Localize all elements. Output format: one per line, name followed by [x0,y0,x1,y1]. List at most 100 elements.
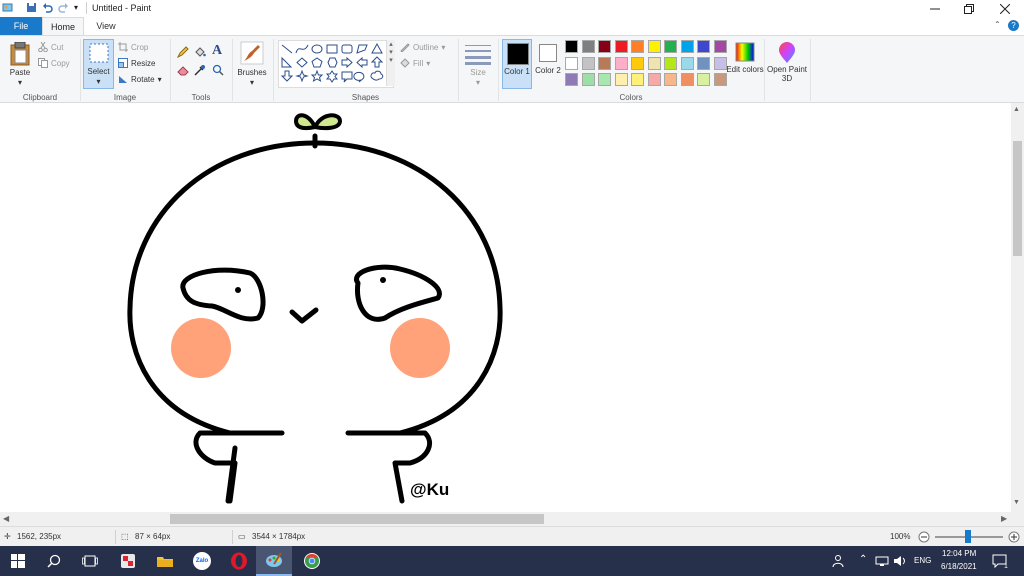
language-indicator[interactable]: ENG [914,556,931,565]
drawing-canvas[interactable]: @Ku [0,103,1011,512]
edit-colors-button[interactable]: Edit colors [726,40,764,88]
taskbar-app-chrome[interactable] [294,546,330,576]
color1-button[interactable]: Color 1 [502,39,532,89]
canvas-area[interactable]: @Ku [0,103,1024,512]
outline-button[interactable]: Outline ▾ [400,40,445,54]
palette-swatch[interactable] [581,56,595,70]
quick-access-dropdown-icon[interactable]: ▾ [74,3,78,12]
restore-button[interactable] [952,0,986,17]
palette-swatch[interactable] [631,73,644,86]
volume-icon[interactable] [893,555,907,567]
palette-swatch[interactable] [581,40,595,53]
crop-button[interactable]: Crop [118,40,148,54]
palette-swatch[interactable] [680,40,694,53]
collapse-ribbon-icon[interactable]: ⌃ [994,20,1001,29]
palette-swatch[interactable] [614,73,628,86]
minimize-button[interactable] [918,0,952,17]
palette-swatch[interactable] [713,40,727,53]
palette-swatch[interactable] [697,73,710,86]
palette-swatch[interactable] [713,73,727,86]
task-view-button[interactable] [72,546,108,576]
palette-swatch[interactable] [664,56,677,70]
undo-icon[interactable] [42,2,53,13]
rotate-button[interactable]: Rotate ▾ [118,72,162,86]
pencil-icon[interactable] [177,46,189,58]
palette-swatch[interactable] [565,56,578,70]
clock-date[interactable]: 6/18/2021 [941,562,977,571]
color-picker-icon[interactable] [194,64,206,76]
show-hidden-icons-chevron-icon[interactable]: ⌃ [859,554,867,565]
horizontal-scrollbar[interactable]: ◀ ▶ [0,512,1024,526]
fill-button[interactable]: Fill ▾ [400,56,430,70]
scroll-down-icon[interactable]: ▼ [1013,499,1020,506]
taskbar-app-snip[interactable] [110,546,146,576]
zoom-out-icon[interactable] [918,531,930,543]
tab-file[interactable]: File [0,17,42,35]
size-button[interactable]: Size ▾ [462,40,494,88]
palette-swatch[interactable] [631,56,644,70]
paste-button[interactable]: Paste ▾ [6,40,34,90]
palette-swatch[interactable] [598,40,611,53]
palette-swatch[interactable] [581,73,595,86]
palette-swatch[interactable] [697,56,710,70]
horizontal-scroll-thumb[interactable] [170,514,544,524]
palette-swatch[interactable] [664,40,677,53]
palette-swatch[interactable] [614,56,628,70]
palette-swatch[interactable] [664,73,677,86]
palette-swatch[interactable] [647,40,661,53]
scroll-right-icon[interactable]: ▶ [1001,514,1007,523]
palette-swatch[interactable] [680,73,694,86]
people-icon[interactable] [832,554,846,568]
zoom-level: 100% [890,532,911,541]
magnifier-icon[interactable] [212,64,224,76]
tab-home[interactable]: Home [42,17,84,35]
selection-size-icon: ⬚ [121,532,129,541]
taskbar-app-opera[interactable] [221,546,257,576]
help-icon[interactable]: ? [1008,20,1019,31]
scroll-up-icon[interactable]: ▲ [1013,106,1020,113]
save-icon[interactable] [26,2,37,13]
zoom-in-icon[interactable] [1008,531,1020,543]
opera-icon [231,552,247,570]
search-button[interactable] [36,546,72,576]
paste-label: Paste [9,68,31,77]
palette-swatch[interactable] [647,73,661,86]
clock-time[interactable]: 12:04 PM [942,549,976,558]
color2-button[interactable]: Color 2 [534,39,562,89]
shapes-gallery[interactable] [278,40,394,88]
palette-swatch[interactable] [647,56,661,70]
redo-icon[interactable] [58,2,69,13]
brushes-button[interactable]: Brushes ▾ [236,40,268,88]
palette-swatch[interactable] [697,40,710,53]
cut-button[interactable]: Cut [38,40,63,54]
vertical-scrollbar[interactable]: ▲ ▼ [1011,103,1024,512]
taskbar-app-file-explorer[interactable] [147,546,183,576]
tab-view[interactable]: View [86,17,126,35]
vertical-scroll-thumb[interactable] [1013,141,1022,256]
close-button[interactable] [988,0,1022,17]
eraser-icon[interactable] [177,64,189,76]
divider [498,39,499,101]
shapes-gallery-scroller[interactable]: ▴ ▾ ▾ [386,40,395,86]
start-button[interactable] [0,546,36,576]
network-icon[interactable] [875,555,889,567]
paint-app-icon[interactable] [2,2,13,13]
palette-swatch[interactable] [713,56,727,70]
palette-swatch[interactable] [598,56,611,70]
select-button[interactable]: Select ▾ [83,39,114,89]
palette-swatch[interactable] [598,73,611,86]
palette-swatch[interactable] [565,40,578,53]
taskbar-app-paint[interactable] [256,546,292,576]
palette-swatch[interactable] [614,40,628,53]
palette-swatch[interactable] [565,73,578,86]
copy-button[interactable]: Copy [38,56,70,70]
fill-bucket-icon[interactable] [194,46,206,58]
zoom-slider-thumb[interactable] [965,530,971,543]
resize-button[interactable]: Resize [118,56,155,70]
open-paint3d-button[interactable]: Open Paint 3D [767,40,807,90]
palette-swatch[interactable] [680,56,694,70]
taskbar-app-zalo[interactable]: Zalo [184,546,220,576]
palette-swatch[interactable] [631,40,644,53]
text-tool-icon[interactable]: A [212,43,222,59]
scroll-left-icon[interactable]: ◀ [3,514,9,523]
